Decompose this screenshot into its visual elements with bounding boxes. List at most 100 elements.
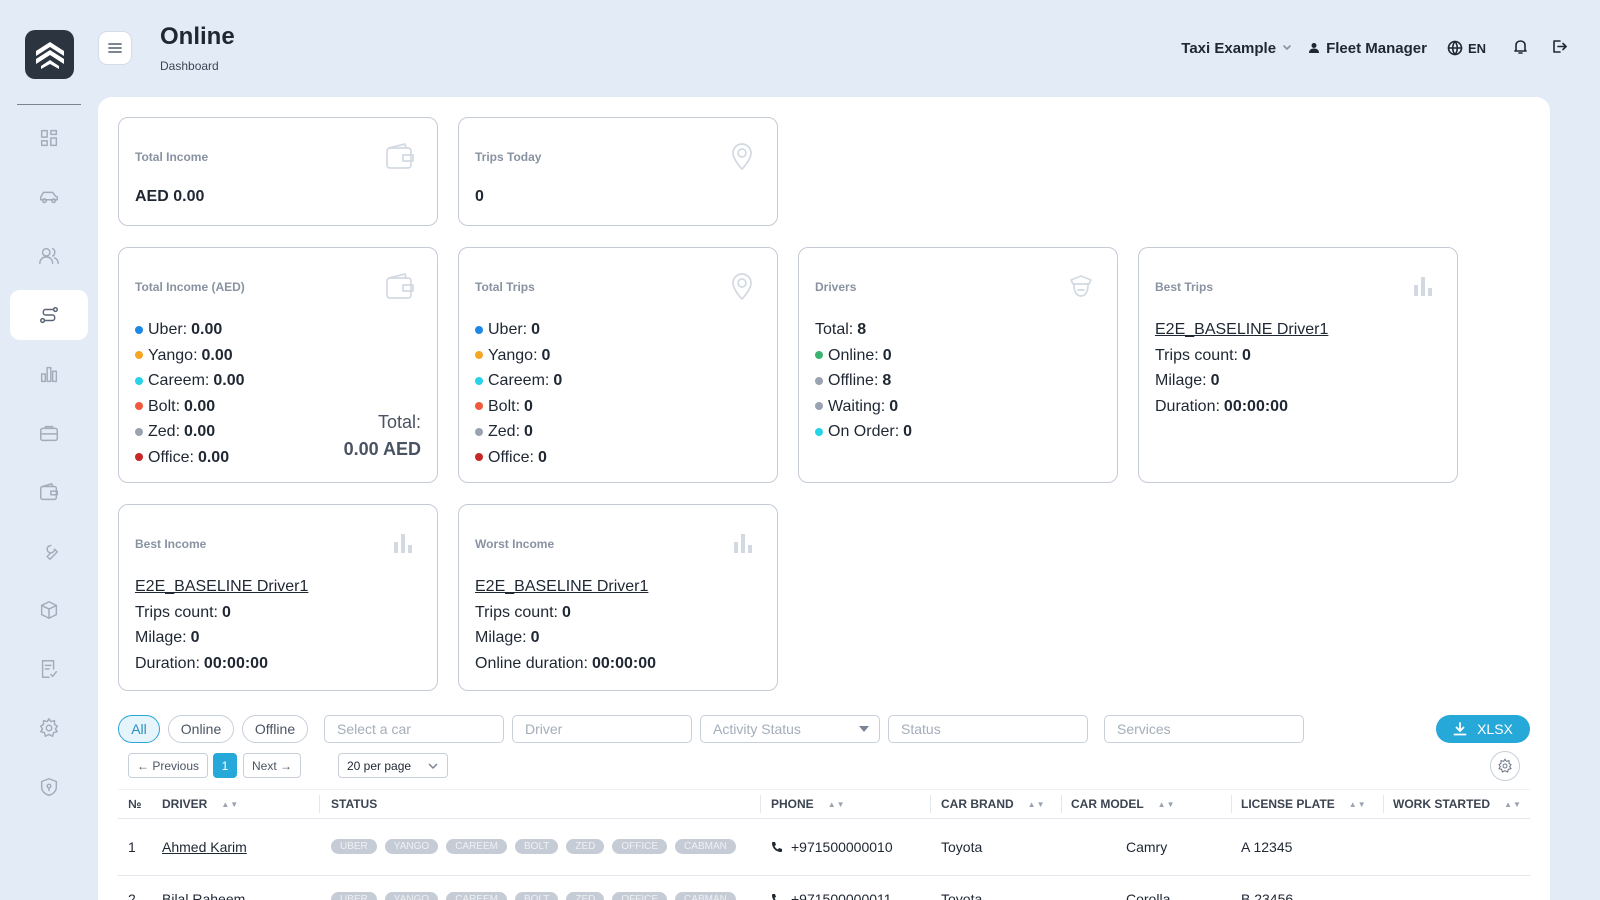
download-icon bbox=[1453, 722, 1467, 736]
per-page-select[interactable]: 20 per page bbox=[338, 753, 448, 778]
chart-icon bbox=[40, 366, 58, 383]
best-income-card: Best Income E2E_BASELINE Driver1 Trips c… bbox=[118, 504, 438, 691]
phone-number: +971500000010 bbox=[791, 839, 893, 855]
filter-tab-all[interactable]: All bbox=[118, 715, 160, 743]
menu-toggle-button[interactable] bbox=[98, 31, 132, 65]
drivers-online: Online: 0 bbox=[815, 343, 912, 369]
activity-status-select[interactable]: Activity Status bbox=[700, 715, 880, 743]
services-select[interactable]: Services bbox=[1104, 715, 1304, 743]
bell-icon bbox=[1514, 39, 1527, 54]
card-value: AED 0.00 bbox=[135, 188, 205, 205]
box-icon bbox=[40, 601, 58, 619]
status-dot bbox=[815, 351, 823, 360]
column-header-status: STATUS bbox=[331, 797, 378, 811]
service-tag: ZED bbox=[566, 839, 605, 854]
table-settings-button[interactable] bbox=[1490, 751, 1520, 781]
sidebar-item-settings[interactable] bbox=[10, 703, 88, 753]
next-page-button[interactable]: Next → bbox=[243, 753, 301, 778]
table-header-top-border bbox=[118, 789, 1530, 790]
column-header-car-brand[interactable]: CAR BRAND ▲▼ bbox=[941, 797, 1046, 811]
column-header-work-started[interactable]: WORK STARTED ▲▼ bbox=[1393, 797, 1522, 811]
drivers-card: Drivers Total: 8 Online: 0 Offline: 8 Waiti… bbox=[798, 247, 1118, 483]
drivers-on-order: On Order: 0 bbox=[815, 419, 912, 445]
caret-down-icon bbox=[859, 726, 869, 732]
export-xlsx-button[interactable]: XLSX bbox=[1436, 715, 1530, 743]
car-brand-cell: Toyota bbox=[941, 891, 983, 900]
wallet-icon bbox=[40, 483, 58, 501]
sidebar-item-dashboard[interactable] bbox=[10, 113, 88, 163]
driver-link[interactable]: Bilal Raheem bbox=[162, 891, 245, 900]
income-total-label: Total: bbox=[377, 412, 421, 432]
card-label: Drivers bbox=[815, 280, 857, 294]
status-dot bbox=[815, 376, 823, 385]
sidebar-item-business[interactable] bbox=[10, 408, 88, 458]
card-label: Total Income (AED) bbox=[135, 280, 245, 294]
sidebar-item-drivers[interactable] bbox=[10, 231, 88, 281]
income-zed: Zed: 0.00 bbox=[135, 419, 245, 445]
column-header-driver[interactable]: DRIVER ▲▼ bbox=[162, 797, 239, 811]
column-separator bbox=[760, 795, 761, 813]
sidebar-item-routes[interactable] bbox=[10, 290, 88, 340]
trips-office: Office: 0 bbox=[475, 445, 562, 471]
trips-zed: Zed: 0 bbox=[475, 419, 562, 445]
column-separator bbox=[930, 795, 931, 813]
worst-income-driver-link[interactable]: E2E_BASELINE Driver1 bbox=[475, 574, 648, 600]
app-logo[interactable] bbox=[25, 30, 74, 79]
chevron-down-icon bbox=[1283, 45, 1291, 50]
sidebar-item-checklist[interactable] bbox=[10, 644, 88, 694]
sidebar bbox=[0, 0, 97, 900]
row-divider bbox=[118, 875, 1530, 876]
driver-link[interactable]: Ahmed Karim bbox=[162, 839, 247, 855]
page-1-button[interactable]: 1 bbox=[213, 753, 237, 778]
phone-icon bbox=[772, 842, 782, 852]
column-header-car-model[interactable]: CAR MODEL ▲▼ bbox=[1071, 797, 1176, 811]
location-pin-icon bbox=[729, 272, 755, 307]
column-header-phone[interactable]: PHONE ▲▼ bbox=[771, 797, 846, 811]
notifications-button[interactable] bbox=[1512, 38, 1529, 59]
income-office: Office: 0.00 bbox=[135, 445, 245, 471]
driver-select[interactable]: Driver bbox=[512, 715, 692, 743]
column-separator bbox=[319, 795, 320, 813]
user-menu[interactable]: Fleet Manager bbox=[1308, 40, 1427, 57]
users-icon bbox=[39, 247, 59, 265]
sidebar-item-security[interactable] bbox=[10, 762, 88, 812]
status-select[interactable]: Status bbox=[888, 715, 1088, 743]
driver-badge-icon bbox=[1067, 272, 1095, 307]
phone-cell: +971500000010 bbox=[771, 839, 893, 855]
sidebar-item-wallet[interactable] bbox=[10, 467, 88, 517]
service-tag: CABMAN bbox=[675, 839, 736, 854]
logout-button[interactable] bbox=[1551, 38, 1568, 59]
card-label: Total Income bbox=[135, 150, 209, 164]
column-separator bbox=[1061, 795, 1062, 813]
sidebar-item-maintenance[interactable] bbox=[10, 526, 88, 576]
car-icon bbox=[40, 191, 58, 204]
previous-page-button[interactable]: ← Previous bbox=[128, 753, 208, 778]
phone-icon bbox=[772, 894, 779, 900]
phone-cell: +971500000011 bbox=[771, 891, 892, 900]
total-income-card: Total Income AED 0.00 bbox=[118, 117, 438, 226]
service-tag: CAREEM bbox=[446, 839, 507, 854]
income-total-value: 0.00 AED bbox=[343, 439, 421, 459]
sidebar-divider bbox=[17, 104, 81, 105]
best-trips-count: Trips count: 0 bbox=[1155, 346, 1251, 364]
best-income-details: E2E_BASELINE Driver1 Trips count: 0 Milag… bbox=[135, 574, 308, 676]
car-select[interactable]: Select a car bbox=[324, 715, 504, 743]
car-brand-cell: Toyota bbox=[941, 839, 983, 855]
status-dot bbox=[475, 376, 483, 385]
column-header-license-plate[interactable]: LICENSE PLATE ▲▼ bbox=[1241, 797, 1367, 811]
income-list: Uber: 0.00 Yango: 0.00 Careem: 0.00 Bolt: 0.… bbox=[135, 317, 245, 470]
best-trips-duration: Duration: 00:00:00 bbox=[1155, 397, 1288, 415]
best-income-driver-link[interactable]: E2E_BASELINE Driver1 bbox=[135, 574, 308, 600]
sidebar-item-reports[interactable] bbox=[10, 349, 88, 399]
company-selector[interactable]: Taxi Example bbox=[1181, 40, 1292, 57]
status-dot bbox=[475, 351, 483, 360]
filter-tab-online[interactable]: Online bbox=[168, 715, 234, 743]
sidebar-item-inventory[interactable] bbox=[10, 585, 88, 635]
best-trips-driver-link[interactable]: E2E_BASELINE Driver1 bbox=[1155, 317, 1328, 343]
status-dot bbox=[135, 351, 143, 360]
filter-tab-offline[interactable]: Offline bbox=[242, 715, 308, 743]
trips-breakdown-card: Total Trips Uber: 0 Yango: 0 Careem: 0 Bolt… bbox=[458, 247, 778, 483]
sidebar-item-cars[interactable] bbox=[10, 172, 88, 222]
language-selector[interactable]: EN bbox=[1447, 40, 1486, 56]
column-header-number: № bbox=[128, 797, 142, 811]
